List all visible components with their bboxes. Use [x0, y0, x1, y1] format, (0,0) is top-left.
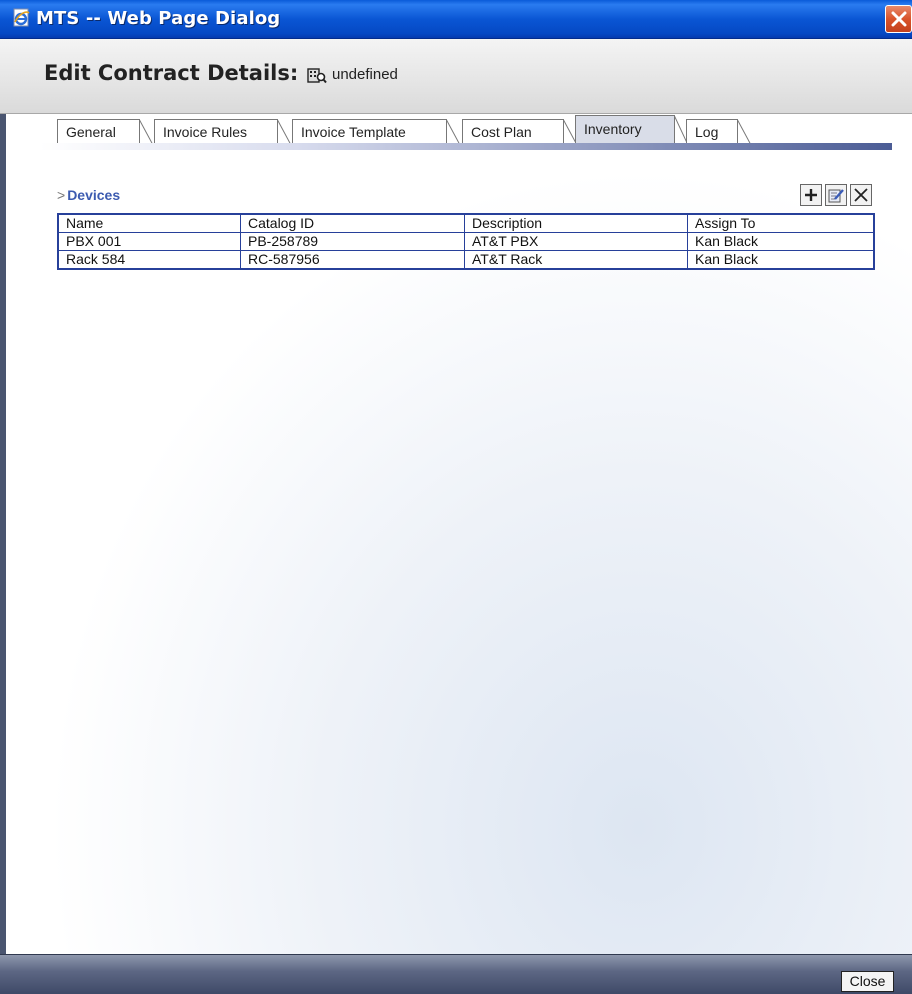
column-header-name[interactable]: Name — [57, 213, 241, 233]
tab-invoice-rules[interactable]: Invoice Rules — [154, 119, 291, 145]
chevron-right-icon: > — [57, 187, 66, 203]
page-title: Edit Contract Details: — [44, 61, 299, 85]
column-header-assign-to[interactable]: Assign To — [687, 213, 875, 233]
devices-table: Name Catalog ID Description Assign To PB… — [57, 213, 875, 270]
table-row[interactable]: Rack 584 RC-587956 AT&T Rack Kan Black — [57, 250, 875, 270]
cell-catalog-id: RC-587956 — [240, 250, 465, 270]
tab-edge — [446, 119, 460, 145]
window-close-button[interactable] — [885, 5, 912, 33]
tab-edge — [277, 119, 291, 145]
tab-label: Log — [695, 124, 719, 140]
add-icon — [805, 189, 817, 201]
title-bar: MTS -- Web Page Dialog — [0, 0, 912, 39]
cell-assign-to: Kan Black — [687, 232, 875, 251]
edit-device-button[interactable] — [825, 184, 847, 206]
column-header-description[interactable]: Description — [464, 213, 688, 233]
ie-page-icon — [13, 8, 30, 27]
contract-name: undefined — [332, 66, 398, 83]
cell-catalog-id: PB-258789 — [240, 232, 465, 251]
tab-log[interactable]: Log — [686, 119, 751, 145]
dialog-content: General Invoice Rules Invoice Template C… — [0, 114, 912, 954]
cell-description: AT&T PBX — [464, 232, 688, 251]
tab-edge — [139, 119, 153, 145]
tab-label: Cost Plan — [471, 124, 532, 140]
edit-icon — [828, 189, 844, 203]
tab-invoice-template[interactable]: Invoice Template — [292, 119, 460, 145]
tab-label: Inventory — [584, 121, 642, 137]
cell-description: AT&T Rack — [464, 250, 688, 270]
tab-underline — [40, 143, 892, 150]
cell-name: PBX 001 — [57, 232, 241, 251]
close-icon — [891, 11, 907, 27]
tab-label: General — [66, 124, 116, 140]
devices-title-label: Devices — [67, 187, 121, 203]
delete-icon — [854, 188, 868, 202]
cell-assign-to: Kan Black — [687, 250, 875, 270]
close-button[interactable]: Close — [841, 971, 894, 992]
tab-label: Invoice Rules — [163, 124, 248, 140]
tab-cost-plan[interactable]: Cost Plan — [462, 119, 577, 145]
table-row[interactable]: PBX 001 PB-258789 AT&T PBX Kan Black — [57, 232, 875, 251]
dialog-header: Edit Contract Details: undefined — [0, 39, 912, 114]
window-border — [0, 114, 6, 954]
add-device-button[interactable] — [800, 184, 822, 206]
building-search-icon — [307, 68, 327, 84]
dialog-window: MTS -- Web Page Dialog Edit Contract Det… — [0, 0, 912, 994]
tab-general[interactable]: General — [57, 119, 153, 145]
delete-device-button[interactable] — [850, 184, 872, 206]
tab-edge — [737, 119, 751, 145]
devices-section-title: > Devices — [57, 187, 120, 203]
tab-label: Invoice Template — [301, 124, 406, 140]
cell-name: Rack 584 — [57, 250, 241, 270]
table-header-row: Name Catalog ID Description Assign To — [57, 213, 875, 233]
column-header-catalog-id[interactable]: Catalog ID — [240, 213, 465, 233]
dialog-footer: Close — [0, 954, 912, 994]
tab-inventory[interactable]: Inventory — [575, 115, 688, 145]
window-title: MTS -- Web Page Dialog — [36, 8, 281, 29]
